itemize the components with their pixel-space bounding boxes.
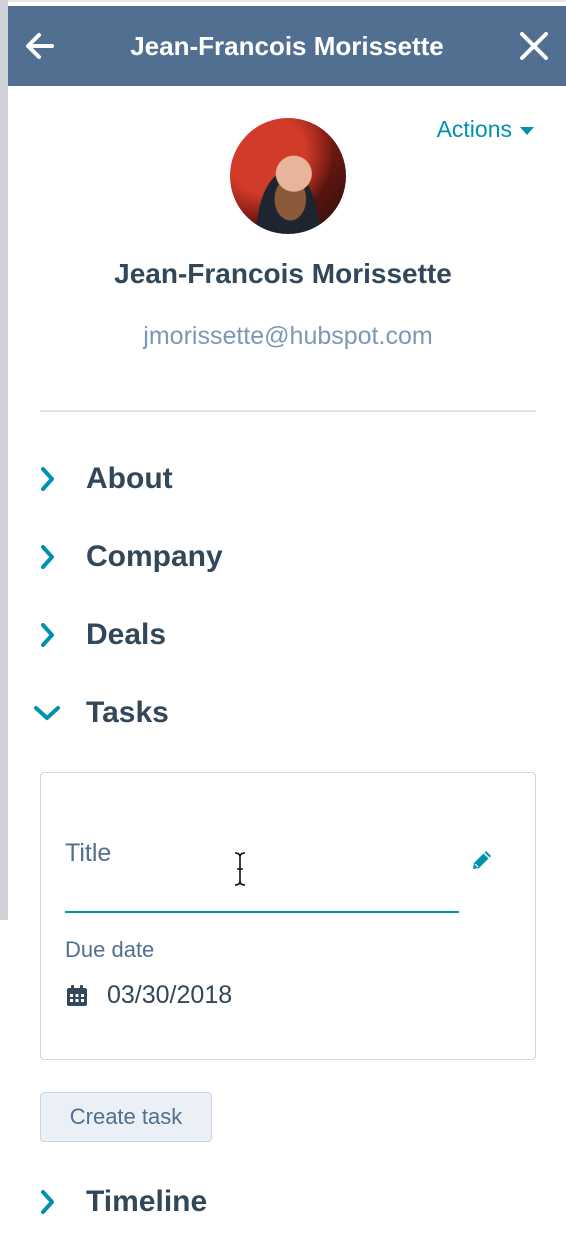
avatar <box>230 118 346 234</box>
panel-header: Jean-Francois Morissette <box>8 6 566 86</box>
due-date-label: Due date <box>65 937 155 962</box>
task-title-input[interactable] <box>65 833 435 873</box>
close-icon <box>520 32 548 60</box>
section-timeline[interactable]: Timeline <box>30 1178 207 1226</box>
section-tasks-label: Tasks <box>86 696 169 729</box>
section-deals-label: Deals <box>86 618 167 651</box>
divider <box>40 410 536 412</box>
calendar-icon <box>67 984 87 1006</box>
section-deals[interactable]: Deals <box>30 611 166 659</box>
chevron-down-icon <box>30 696 64 730</box>
chevron-right-icon <box>30 1185 64 1219</box>
chevron-right-icon <box>30 462 64 496</box>
text-cursor-icon <box>234 852 246 886</box>
header-title: Jean-Francois Morissette <box>130 31 444 61</box>
chevron-right-icon <box>30 618 64 652</box>
section-about-label: About <box>86 462 173 495</box>
actions-dropdown[interactable]: Actions <box>437 116 534 143</box>
caret-down-icon <box>520 126 534 135</box>
actions-label: Actions <box>436 116 512 142</box>
back-button[interactable] <box>22 26 58 66</box>
title-input-underline <box>65 911 459 913</box>
section-timeline-label: Timeline <box>86 1185 208 1218</box>
section-tasks[interactable]: Tasks <box>30 689 169 737</box>
close-button[interactable] <box>514 26 554 66</box>
pencil-icon[interactable] <box>469 847 495 873</box>
chevron-right-icon <box>30 540 64 574</box>
section-company-label: Company <box>86 540 223 573</box>
section-company[interactable]: Company <box>30 533 223 581</box>
arrow-left-icon <box>26 33 54 59</box>
task-form-card: Due date 03/30/2018 <box>40 772 536 1060</box>
due-date-picker[interactable]: 03/30/2018 <box>65 981 232 1010</box>
due-date-value: 03/30/2018 <box>107 981 233 1009</box>
contact-name: Jean-Francois Morissette <box>114 258 452 289</box>
contact-email[interactable]: jmorissette@hubspot.com <box>0 318 566 354</box>
background-panel-edge <box>0 0 8 920</box>
create-task-button[interactable]: Create task <box>40 1092 212 1142</box>
section-about[interactable]: About <box>30 455 173 503</box>
